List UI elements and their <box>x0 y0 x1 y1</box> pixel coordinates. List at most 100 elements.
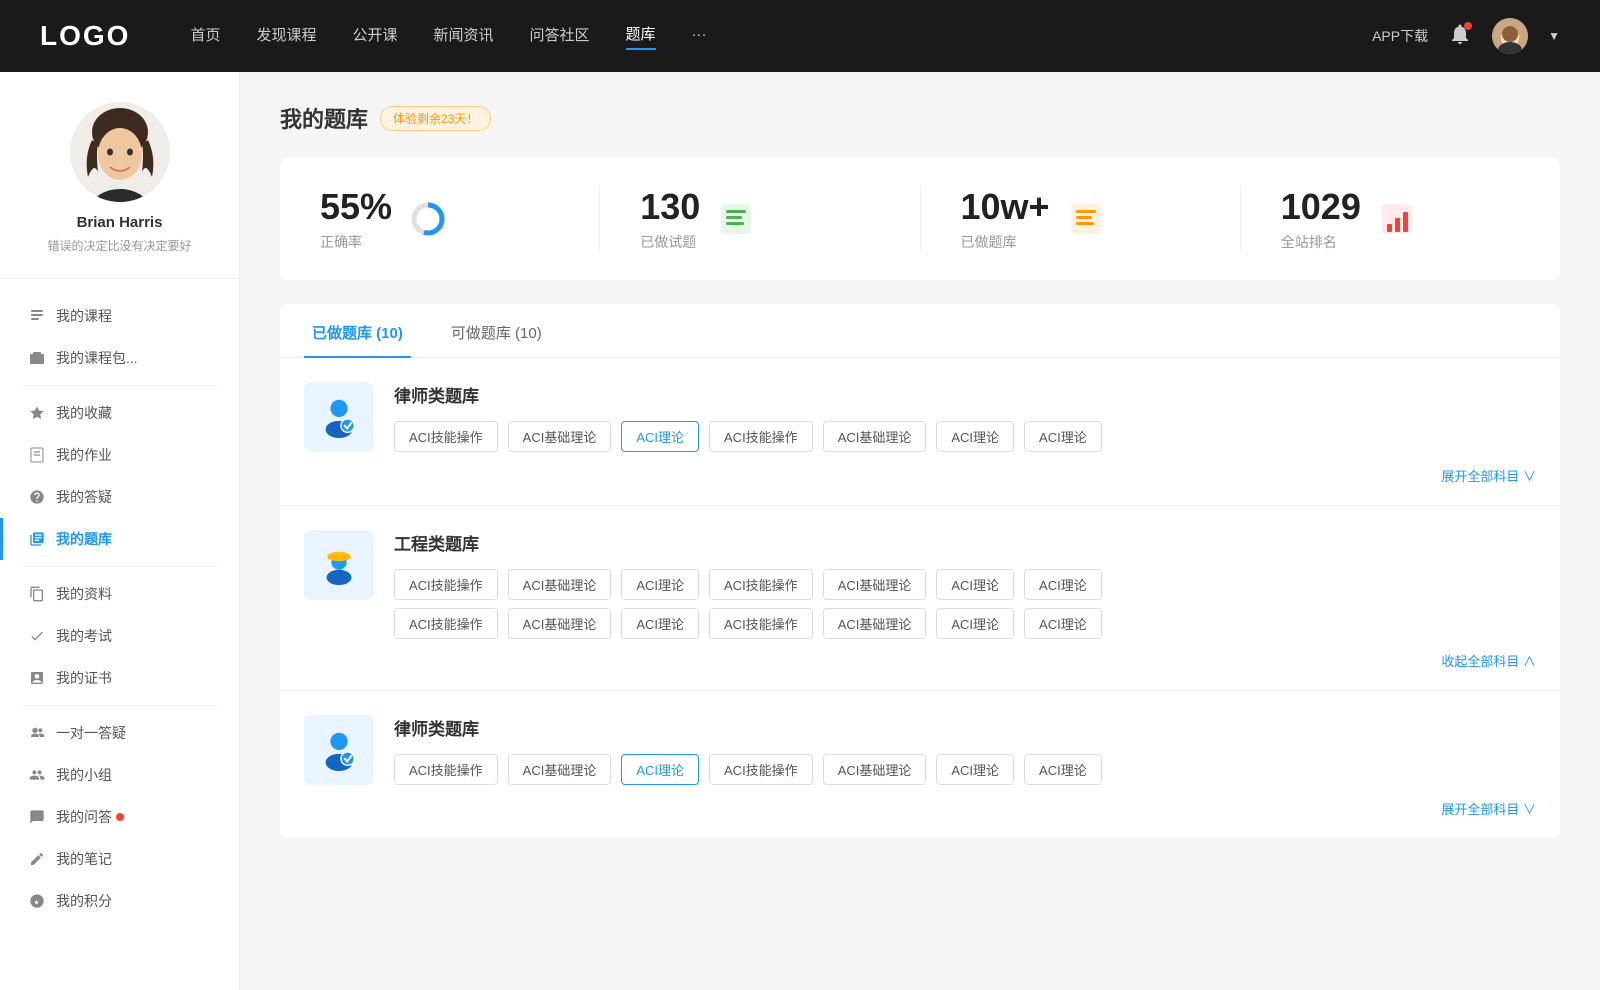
sidebar-profile: Brian Harris 错误的决定比没有决定要好 <box>0 102 239 279</box>
qa-notification-dot <box>116 813 124 821</box>
sidebar-item-course[interactable]: 我的课程 <box>0 295 239 337</box>
expand-link-1[interactable]: 展开全部科目 ∨ <box>394 460 1536 489</box>
tag[interactable]: ACI基础理论 <box>823 608 927 639</box>
sidebar-item-points[interactable]: ★ 我的积分 <box>0 880 239 922</box>
tag[interactable]: ACI技能操作 <box>394 421 498 452</box>
notification-bell[interactable] <box>1448 22 1472 51</box>
user-dropdown-arrow[interactable]: ▼ <box>1548 29 1560 43</box>
svg-text:★: ★ <box>34 898 40 906</box>
topnav-menu: 首页 发现课程 公开课 新闻资讯 问答社区 题库 ··· <box>190 23 1372 50</box>
sidebar-item-notes[interactable]: 我的笔记 <box>0 838 239 880</box>
tag[interactable]: ACI理论 <box>621 608 699 639</box>
sidebar-item-qa[interactable]: 我的问答 <box>0 796 239 838</box>
sidebar: Brian Harris 错误的决定比没有决定要好 我的课程 我的课程包... <box>0 72 240 990</box>
tag[interactable]: ACI理论 <box>936 421 1014 452</box>
qbank-section-engineer: 工程类题库 ACI技能操作 ACI基础理论 ACI理论 ACI技能操作 ACI基… <box>280 506 1560 691</box>
tag[interactable]: ACI理论 <box>936 608 1014 639</box>
question-icon <box>28 488 46 506</box>
stat-label: 已做题库 <box>961 232 1050 252</box>
package-icon <box>28 349 46 367</box>
sidebar-label: 我的笔记 <box>56 849 112 869</box>
stat-banks: 10w+ 已做题库 <box>961 186 1241 252</box>
main-content: 我的题库 体验剩余23天！ 55% 正确率 <box>240 72 1600 990</box>
sidebar-item-exam[interactable]: 我的考试 <box>0 615 239 657</box>
stat-correct-rate: 55% 正确率 <box>320 186 600 252</box>
donut-icon <box>408 199 448 239</box>
sidebar-item-homework[interactable]: 我的作业 <box>0 434 239 476</box>
sidebar-label: 我的考试 <box>56 626 112 646</box>
trial-badge: 体验剩余23天！ <box>380 106 491 131</box>
sidebar-item-qbank[interactable]: 我的题库 <box>0 518 239 560</box>
tag[interactable]: ACI基础理论 <box>823 569 927 600</box>
sidebar-divider <box>20 705 219 706</box>
tag-active[interactable]: ACI理论 <box>621 754 699 785</box>
tab-available[interactable]: 可做题库 (10) <box>443 304 550 357</box>
expand-link-3[interactable]: 展开全部科目 ∨ <box>394 793 1536 822</box>
tag[interactable]: ACI技能操作 <box>394 608 498 639</box>
nav-home[interactable]: 首页 <box>190 24 220 49</box>
sidebar-item-group[interactable]: 我的小组 <box>0 754 239 796</box>
profile-name: Brian Harris <box>77 214 163 231</box>
tag[interactable]: ACI基础理论 <box>823 754 927 785</box>
tag[interactable]: ACI技能操作 <box>709 569 813 600</box>
tag[interactable]: ACI技能操作 <box>709 421 813 452</box>
stat-value: 130 <box>640 186 700 228</box>
sidebar-item-package[interactable]: 我的课程包... <box>0 337 239 379</box>
nav-news[interactable]: 新闻资讯 <box>434 24 494 49</box>
tag[interactable]: ACI理论 <box>621 569 699 600</box>
tag-active[interactable]: ACI理论 <box>621 421 699 452</box>
tag[interactable]: ACI基础理论 <box>823 421 927 452</box>
collapse-link[interactable]: 收起全部科目 ∧ <box>394 647 1536 674</box>
nav-qbank[interactable]: 题库 <box>626 23 656 50</box>
tag[interactable]: ACI基础理论 <box>508 421 612 452</box>
sidebar-label: 我的课程 <box>56 306 112 326</box>
stat-value: 10w+ <box>961 186 1050 228</box>
nav-opencourse[interactable]: 公开课 <box>352 24 397 49</box>
qbank-header: 律师类题库 ACI技能操作 ACI基础理论 ACI理论 ACI技能操作 ACI基… <box>304 382 1536 489</box>
sidebar-label: 我的问答 <box>56 807 112 827</box>
stat-value: 1029 <box>1281 186 1361 228</box>
stat-label: 全站排名 <box>1281 232 1361 252</box>
qbank-name: 律师类题库 <box>394 382 1536 407</box>
nav-more[interactable]: ··· <box>692 26 707 47</box>
sidebar-label: 我的题库 <box>56 529 112 549</box>
tags-row-1: ACI技能操作 ACI基础理论 ACI理论 ACI技能操作 ACI基础理论 AC… <box>394 421 1536 452</box>
tag[interactable]: ACI理论 <box>936 569 1014 600</box>
tag[interactable]: ACI理论 <box>1024 569 1102 600</box>
tag[interactable]: ACI技能操作 <box>394 569 498 600</box>
sidebar-label: 我的小组 <box>56 765 112 785</box>
qbank-body: 律师类题库 ACI技能操作 ACI基础理论 ACI理论 ACI技能操作 ACI基… <box>394 715 1536 822</box>
stat-value: 55% <box>320 186 392 228</box>
lawyer-icon-wrap-2 <box>304 715 374 785</box>
topnav-right: APP下载 ▼ <box>1372 18 1560 54</box>
tag[interactable]: ACI基础理论 <box>508 608 612 639</box>
sidebar-item-material[interactable]: 我的资料 <box>0 573 239 615</box>
tag[interactable]: ACI理论 <box>936 754 1014 785</box>
engineer-icon-wrap <box>304 530 374 600</box>
sidebar-label: 我的资料 <box>56 584 112 604</box>
tag[interactable]: ACI基础理论 <box>508 754 612 785</box>
sidebar-divider <box>20 385 219 386</box>
star-icon <box>28 404 46 422</box>
sidebar-item-favorites[interactable]: 我的收藏 <box>0 392 239 434</box>
nav-qa[interactable]: 问答社区 <box>530 24 590 49</box>
tag[interactable]: ACI技能操作 <box>394 754 498 785</box>
app-download-link[interactable]: APP下载 <box>1372 26 1428 46</box>
sidebar-item-qa-mine[interactable]: 我的答疑 <box>0 476 239 518</box>
stat-label: 正确率 <box>320 232 392 252</box>
tag[interactable]: ACI理论 <box>1024 608 1102 639</box>
tag[interactable]: ACI技能操作 <box>709 754 813 785</box>
nav-discover[interactable]: 发现课程 <box>256 24 316 49</box>
qbank-section-lawyer-1: 律师类题库 ACI技能操作 ACI基础理论 ACI理论 ACI技能操作 ACI基… <box>280 358 1560 506</box>
tag[interactable]: ACI理论 <box>1024 421 1102 452</box>
stat-rank: 1029 全站排名 <box>1281 186 1520 252</box>
tab-done[interactable]: 已做题库 (10) <box>304 304 411 357</box>
tags-row-3: ACI技能操作 ACI基础理论 ACI理论 ACI技能操作 ACI基础理论 AC… <box>394 754 1536 785</box>
sidebar-item-one-one[interactable]: 一对一答疑 <box>0 712 239 754</box>
sidebar-divider <box>20 566 219 567</box>
sidebar-item-cert[interactable]: 我的证书 <box>0 657 239 699</box>
tag[interactable]: ACI理论 <box>1024 754 1102 785</box>
tag[interactable]: ACI基础理论 <box>508 569 612 600</box>
tag[interactable]: ACI技能操作 <box>709 608 813 639</box>
user-avatar[interactable] <box>1492 18 1528 54</box>
